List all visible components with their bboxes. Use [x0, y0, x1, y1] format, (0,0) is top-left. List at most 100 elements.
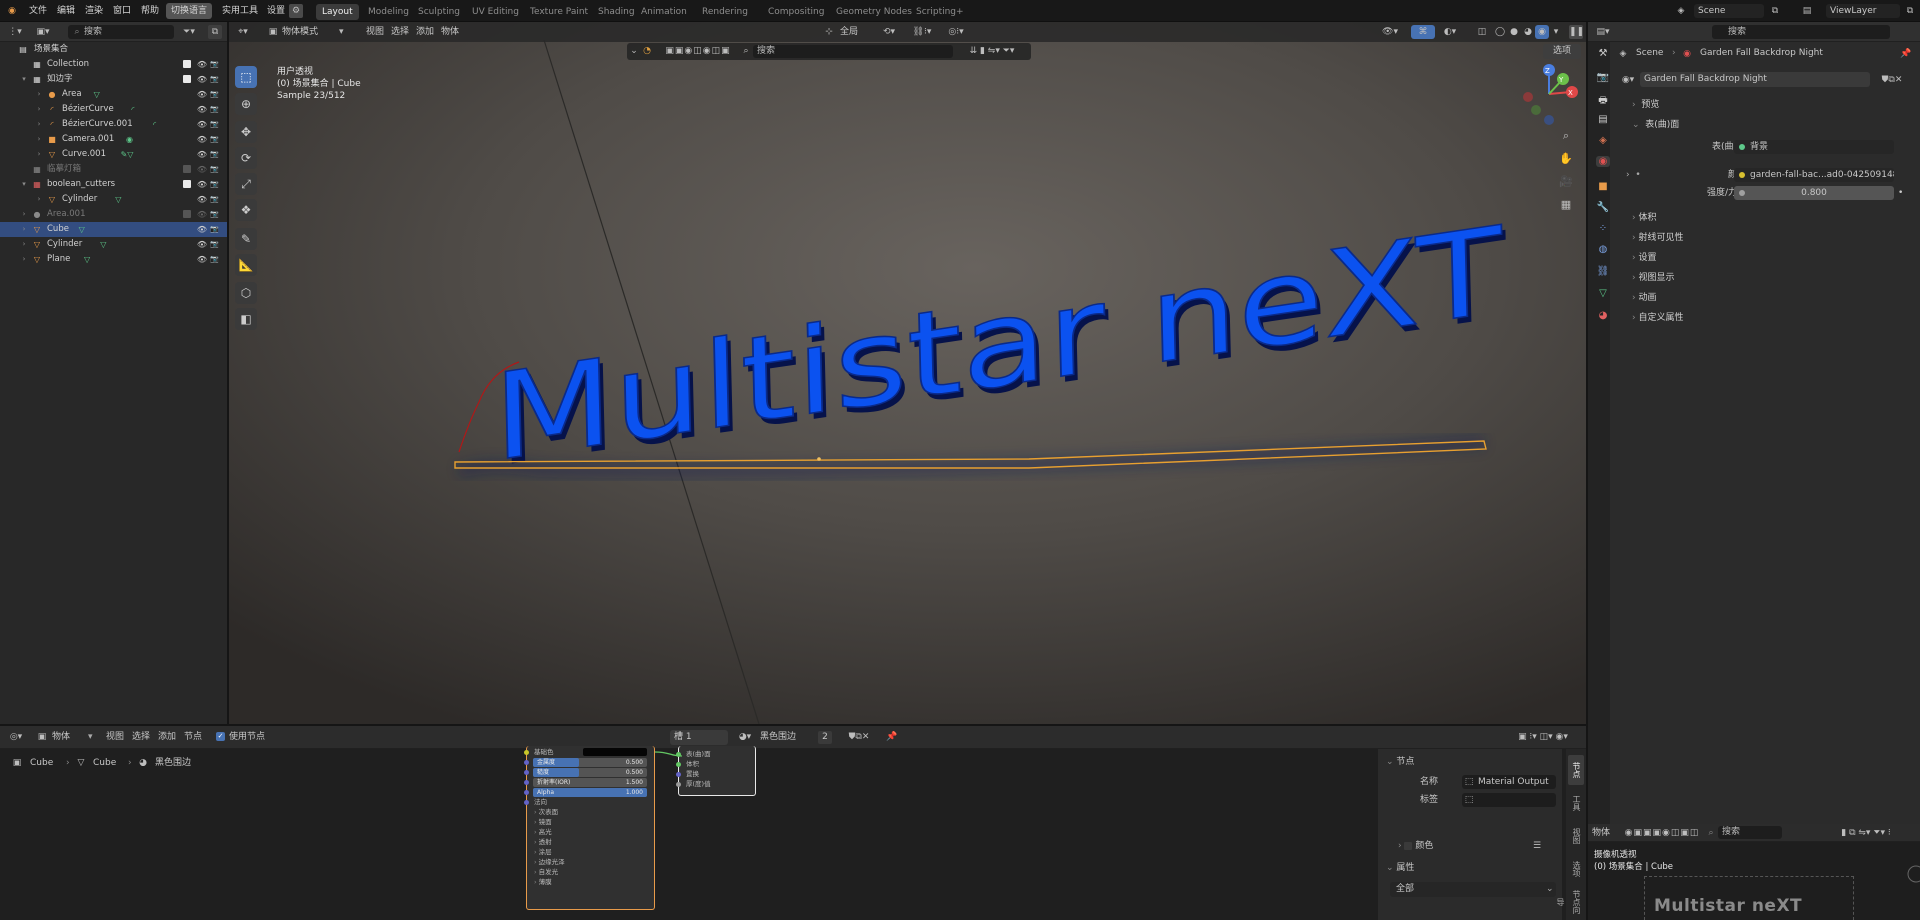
outliner-root[interactable]: ▤ 场景集合 [0, 42, 227, 57]
render-camera-icon[interactable]: 📷 [210, 252, 219, 267]
expand-arrow-icon[interactable]: › [20, 237, 28, 252]
node-panel-row[interactable]: › 次表面 [527, 807, 654, 817]
particles-tab-icon[interactable]: ⁘ [1596, 223, 1610, 234]
outliner-item[interactable]: › ◜ BézierCurve.001 ◜ 👁 📷 [0, 117, 227, 132]
eye-icon[interactable]: 👁 [197, 162, 207, 177]
data-icon[interactable]: ✎▽ [121, 147, 134, 162]
list-icon[interactable]: ☰ [1530, 839, 1544, 853]
transform-orientation[interactable]: 全局 [840, 25, 858, 39]
physics-tab-icon[interactable]: ◍ [1596, 244, 1610, 255]
xray-icon[interactable]: ◫ [1475, 25, 1489, 39]
data-icon[interactable]: ▽ [100, 237, 106, 252]
language-toggle-button[interactable]: 切换语言 [166, 3, 213, 19]
node-output-input[interactable]: 体积 [676, 759, 755, 769]
zoom-icon[interactable]: ⌕ [1559, 129, 1573, 143]
workspace-tab[interactable]: Compositing [762, 4, 830, 20]
world-browse-icon[interactable]: ◉▾ [1618, 73, 1638, 87]
pin-icon[interactable]: 📌 [1900, 47, 1912, 61]
data-icon[interactable]: ▽ [94, 87, 100, 102]
pivot-icon[interactable]: ⟲▾ [874, 25, 904, 39]
sidebar-tab[interactable]: 视图 [1568, 821, 1584, 851]
preview-toolbar-icons[interactable]: ▮ ⧉ ⇋▾ ⏷▾ ⁝ [1818, 826, 1914, 840]
world-name-field[interactable]: Garden Fall Backdrop Night [1640, 72, 1870, 87]
outliner-item[interactable]: › ▽ Plane ▽ 👁 📷 [0, 252, 227, 267]
data-icon[interactable]: ▽ [79, 222, 85, 237]
workspace-tab[interactable]: Sculpting [412, 4, 466, 20]
node-panel-row[interactable]: › 透射 [527, 837, 654, 847]
workspace-tab[interactable]: Shading [592, 4, 641, 20]
measure-tool[interactable]: 📐 [235, 254, 257, 276]
data-icon[interactable]: ▽ [115, 192, 121, 207]
panel-preview[interactable]: › 预览 [1622, 96, 1915, 114]
overlay-icon[interactable]: ◐▾ [1439, 25, 1461, 39]
data-icon[interactable]: ◉ [126, 132, 133, 147]
expand-arrow-icon[interactable]: › [35, 132, 43, 147]
pan-hand-icon[interactable]: ✋ [1559, 152, 1573, 166]
wireframe-shading-icon[interactable]: ◯ [1494, 25, 1506, 39]
render-camera-icon[interactable]: 📷 [210, 192, 219, 207]
proportional-edit-icon[interactable]: ◎⁝▾ [941, 25, 971, 39]
base-color-swatch[interactable] [583, 748, 647, 756]
node-output-input[interactable]: 厚(度)值 [676, 779, 755, 789]
node-panel-row[interactable]: › 自发光 [527, 867, 654, 877]
menu-item[interactable]: 编辑 [52, 3, 80, 19]
outliner-item[interactable]: › ▽ Curve.001 ✎▽ 👁 📷 [0, 147, 227, 162]
mode-selector[interactable]: 物体模式 [282, 25, 318, 39]
render-camera-icon[interactable]: 📷 [210, 162, 219, 177]
editor-type-icon[interactable]: ⋮▾ [6, 25, 24, 39]
move-tool[interactable]: ✥ [235, 121, 257, 143]
expand-arrow-icon[interactable]: › [35, 147, 43, 162]
workspace-tab[interactable]: Layout [316, 4, 359, 20]
pause-render-icon[interactable]: ❚❚ [1569, 25, 1584, 39]
view-layer-selector[interactable]: ViewLayer [1826, 4, 1900, 18]
properties-panel[interactable]: › 体积 [1622, 209, 1915, 227]
visibility-icon[interactable]: 👁▾ [1379, 25, 1401, 39]
constraints-tab-icon[interactable]: ⛓ [1596, 266, 1610, 277]
outliner-item[interactable]: › ■ Camera.001 ◉ 👁 📷 [0, 132, 227, 147]
material-shading-icon[interactable]: ◕ [1522, 25, 1534, 39]
outliner-item[interactable]: › ▽ Cylinder ▽ 👁 📷 [0, 192, 227, 207]
properties-search-input[interactable]: 搜索 [1712, 25, 1890, 39]
node-menu-item[interactable]: 选择 [132, 730, 150, 744]
node-name-field[interactable]: Material Output [1462, 775, 1556, 789]
menu-utilities[interactable]: 实用工具 [217, 3, 263, 19]
options-button[interactable]: 选项 [1543, 44, 1581, 59]
shader-editor[interactable]: ◎▾ ▣ 物体 ▾ 视图 选择 添加 节点 ✓ 使用节点 槽 1 ◕▾ 黑色围边 2 … [0, 726, 1586, 920]
camera-preview-area[interactable]: 物体 ◉▣▣▣◉◫▣◫ ⌕ 搜索 ▮ ⧉ ⇋▾ ⏷▾ ⁝ 摄像机透视 (0) 场… [1588, 824, 1920, 920]
gizmo-toggle-icon[interactable]: ⌘ [1411, 25, 1435, 39]
output-tab-icon[interactable]: 🖶 [1596, 93, 1610, 110]
eye-icon[interactable]: 👁 [197, 207, 207, 222]
eye-icon[interactable]: 👁 [197, 192, 207, 207]
node-input-row[interactable]: 折射率(IOR) 1.500 [524, 777, 654, 787]
node-panel-row[interactable]: › 薄膜 [527, 877, 654, 887]
outliner-item[interactable]: ▾ ▦ boolean_cutters 👁 📷 [0, 177, 227, 192]
eye-icon[interactable]: 👁 [197, 117, 207, 132]
eye-icon[interactable]: 👁 [197, 252, 207, 267]
sidebar-tab[interactable]: 节点 [1568, 755, 1584, 785]
sidebar-tab[interactable]: 节点向导 [1556, 887, 1584, 917]
sidebar-tab[interactable]: 选项 [1568, 854, 1584, 884]
solid-shading-icon[interactable]: ● [1508, 25, 1520, 39]
properties-filter-selector[interactable]: 全部 [1390, 882, 1556, 897]
expand-arrow-icon[interactable]: ▾ [20, 177, 28, 192]
properties-panel[interactable]: › 设置 [1622, 249, 1915, 267]
panel-surface[interactable]: ⌄ 表(曲)面 [1622, 116, 1915, 134]
world-datablock-icons[interactable]: ⛊⧉✕ [1872, 73, 1912, 87]
eye-icon[interactable]: 👁 [197, 222, 207, 237]
render-camera-icon[interactable]: 📷 [210, 132, 219, 147]
node-label-field[interactable] [1462, 793, 1556, 807]
node-input-row[interactable]: 糙度 0.500 [524, 767, 654, 777]
preview-filter-icons[interactable]: ◉▣▣▣◉◫▣◫ [1622, 826, 1702, 840]
display-mode-icon[interactable]: ▣▾ [34, 25, 52, 39]
eye-icon[interactable]: 👁 [197, 237, 207, 252]
new-scene-icon[interactable]: ⧉ [1768, 4, 1782, 18]
strength-slider[interactable]: 0.800 [1734, 186, 1894, 200]
expand-arrow-icon[interactable]: › [35, 87, 43, 102]
expand-arrow-icon[interactable]: › [20, 252, 28, 267]
blender-icon[interactable]: ◉ [4, 4, 20, 18]
eye-icon[interactable]: 👁 [197, 102, 207, 117]
scene-selector[interactable]: Scene [1694, 4, 1764, 18]
node-output-input[interactable]: 表(曲)面 [676, 749, 755, 759]
surface-shader-field[interactable]: 背景 [1734, 140, 1894, 154]
node-panel-row[interactable]: › 高光 [527, 827, 654, 837]
